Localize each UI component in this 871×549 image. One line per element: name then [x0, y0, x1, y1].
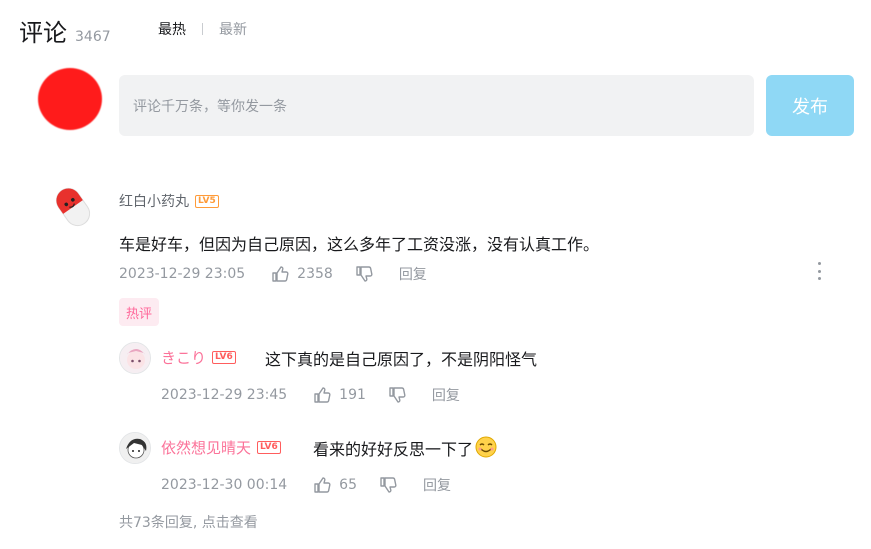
reply-avatar[interactable]	[119, 432, 151, 464]
sort-tabs: 最热 最新	[158, 19, 247, 39]
thumbs-up-icon	[314, 477, 331, 493]
comment-date: 2023-12-29 23:05	[119, 266, 246, 282]
comment-input[interactable]: 评论千万条，等你发一条	[119, 75, 754, 136]
like-button[interactable]: 191	[313, 386, 366, 404]
sort-hot-tab[interactable]: 最热	[158, 19, 186, 39]
thumbs-down-icon	[380, 477, 397, 493]
sort-new-tab[interactable]: 最新	[219, 19, 247, 39]
comments-title: 评论	[19, 19, 67, 47]
username-text[interactable]: きこり	[161, 347, 206, 368]
anime-avatar-icon	[120, 343, 150, 373]
hot-comment-tag: 热评	[119, 298, 160, 326]
my-avatar[interactable]	[38, 68, 102, 130]
reply-date: 2023-12-30 00:14	[161, 477, 288, 493]
thumbs-up-icon	[272, 266, 289, 282]
reply-username[interactable]: きこり LV6	[161, 347, 236, 368]
reply-button[interactable]: 回复	[423, 475, 451, 495]
comment-meta: 2023-12-29 23:05 2358 回复	[119, 264, 427, 284]
reply-button[interactable]: 回复	[399, 264, 427, 284]
reply-content-line: 看来的好好反思一下了	[313, 436, 497, 460]
like-button[interactable]: 2358	[271, 265, 333, 283]
thumbs-up-icon	[314, 387, 331, 403]
pill-avatar-icon	[55, 187, 91, 227]
level-badge: LV6	[212, 351, 236, 364]
view-more-replies-link[interactable]: 共73条回复, 点击查看	[119, 512, 258, 532]
reply-content: 看来的好好反思一下了	[313, 440, 474, 459]
username-text[interactable]: 红白小药丸	[119, 191, 189, 211]
avatar[interactable]	[50, 183, 96, 231]
reply-content: 这下真的是自己原因了，不是阴阳怪气	[265, 350, 538, 369]
more-options-icon[interactable]	[813, 262, 825, 280]
reply-meta: 2023-12-29 23:45 191 回复	[161, 385, 460, 405]
like-button[interactable]: 65	[313, 476, 357, 494]
sort-divider	[202, 23, 203, 35]
publish-button[interactable]: 发布	[766, 75, 854, 136]
reply-username[interactable]: 依然想见晴天 LV6	[161, 437, 281, 458]
dislike-button[interactable]	[355, 265, 373, 283]
comment-content: 车是好车，但因为自己原因，这么多年了工资没涨，没有认真工作。	[119, 235, 600, 254]
like-count: 2358	[297, 266, 333, 282]
like-count: 65	[339, 477, 357, 493]
reply-button[interactable]: 回复	[432, 385, 460, 405]
level-badge: LV6	[257, 441, 281, 454]
level-badge: LV5	[195, 194, 219, 208]
comment-input-placeholder: 评论千万条，等你发一条	[133, 98, 287, 115]
comments-header: 评论 3467	[19, 13, 111, 47]
thumbs-down-icon	[356, 266, 373, 282]
sketch-avatar-icon	[120, 433, 150, 463]
smile-emoji-icon	[475, 436, 497, 458]
reply-meta: 2023-12-30 00:14 65 回复	[161, 475, 451, 495]
comments-count: 3467	[75, 29, 111, 45]
dislike-button[interactable]	[379, 476, 397, 494]
username-text[interactable]: 依然想见晴天	[161, 437, 251, 458]
comment-username[interactable]: 红白小药丸 LV5	[119, 191, 219, 211]
like-count: 191	[339, 387, 366, 403]
dislike-button[interactable]	[388, 386, 406, 404]
reply-avatar[interactable]	[119, 342, 151, 374]
thumbs-down-icon	[389, 387, 406, 403]
reply-date: 2023-12-29 23:45	[161, 387, 288, 403]
